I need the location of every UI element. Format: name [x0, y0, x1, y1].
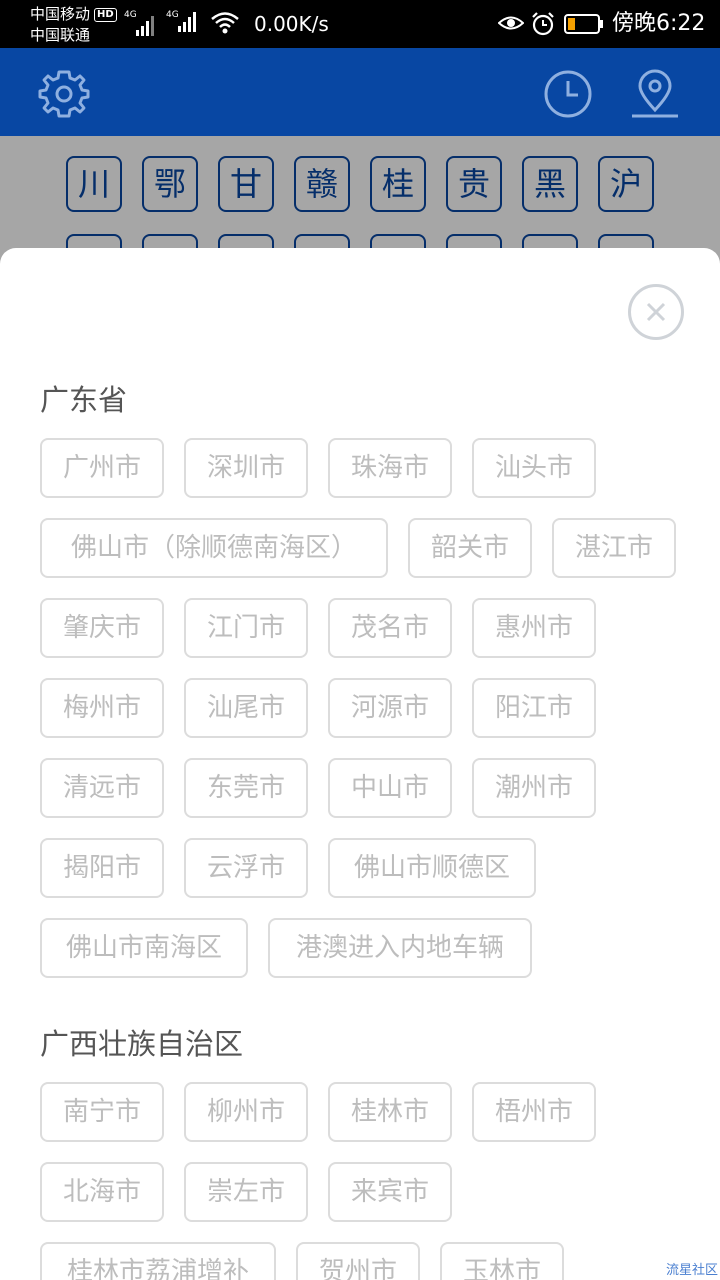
city-chip[interactable]: 河源市: [328, 678, 452, 738]
battery-icon: [564, 14, 603, 34]
gear-icon[interactable]: [38, 68, 90, 120]
city-chip[interactable]: 佛山市顺德区: [328, 838, 536, 898]
city-chip[interactable]: 崇左市: [184, 1162, 308, 1222]
carrier-1: 中国移动: [30, 5, 91, 23]
watermark: 流星社区: [665, 1263, 718, 1278]
section-title-guangdong: 广东省: [40, 383, 128, 417]
city-chip[interactable]: 桂林市荔浦增补: [40, 1242, 276, 1280]
clock-icon[interactable]: [542, 68, 594, 120]
city-chip[interactable]: 东莞市: [184, 758, 308, 818]
city-chip[interactable]: 柳州市: [184, 1082, 308, 1142]
city-chip[interactable]: 肇庆市: [40, 598, 164, 658]
city-chip[interactable]: 茂名市: [328, 598, 452, 658]
wifi-icon: [211, 12, 239, 34]
section-title-guangxi: 广西壮族自治区: [40, 1027, 244, 1061]
city-chip[interactable]: 玉林市: [440, 1242, 564, 1280]
map-pin-icon[interactable]: [628, 66, 682, 120]
app-header: [0, 48, 720, 136]
network-type-1: 4G: [124, 10, 137, 20]
carrier-info: 中国移动 HD 中国联通: [30, 4, 117, 46]
city-chip[interactable]: 港澳进入内地车辆: [268, 918, 532, 978]
city-chip[interactable]: 梅州市: [40, 678, 164, 738]
city-chip[interactable]: 中山市: [328, 758, 452, 818]
city-chip[interactable]: 广州市: [40, 438, 164, 498]
city-chip[interactable]: 江门市: [184, 598, 308, 658]
city-chip[interactable]: 贺州市: [296, 1242, 420, 1280]
city-chip[interactable]: 阳江市: [472, 678, 596, 738]
city-chip[interactable]: 珠海市: [328, 438, 452, 498]
alarm-icon: [532, 12, 554, 36]
city-chip[interactable]: 南宁市: [40, 1082, 164, 1142]
city-chip[interactable]: 汕头市: [472, 438, 596, 498]
city-chip[interactable]: 汕尾市: [184, 678, 308, 738]
network-speed: 0.00K/s: [254, 12, 329, 36]
city-chip[interactable]: 北海市: [40, 1162, 164, 1222]
city-chip[interactable]: 湛江市: [552, 518, 676, 578]
status-bar: 中国移动 HD 中国联通 4G 4G 0.00K/s 傍晚6:22: [0, 0, 720, 48]
city-chip[interactable]: 桂林市: [328, 1082, 452, 1142]
city-chip[interactable]: 深圳市: [184, 438, 308, 498]
eye-comfort-icon: [498, 16, 524, 30]
carrier-2: 中国联通: [30, 26, 91, 44]
hd-badge: HD: [94, 7, 117, 22]
city-chip[interactable]: 佛山市（除顺德南海区）: [40, 518, 388, 578]
city-chip[interactable]: 潮州市: [472, 758, 596, 818]
signal-icon-2: 4G: [166, 10, 196, 32]
city-chip[interactable]: 惠州市: [472, 598, 596, 658]
close-icon: [646, 302, 666, 322]
city-chip[interactable]: 揭阳市: [40, 838, 164, 898]
city-chip[interactable]: 来宾市: [328, 1162, 452, 1222]
city-chip[interactable]: 清远市: [40, 758, 164, 818]
city-chip[interactable]: 云浮市: [184, 838, 308, 898]
close-button[interactable]: [628, 284, 684, 340]
clock-time: 傍晚6:22: [612, 11, 706, 36]
city-chip[interactable]: 梧州市: [472, 1082, 596, 1142]
city-chip[interactable]: 佛山市南海区: [40, 918, 248, 978]
signal-icon-1: 4G: [124, 10, 154, 36]
city-chip[interactable]: 韶关市: [408, 518, 532, 578]
city-picker-sheet: 广东省 广州市 深圳市 珠海市 汕头市 佛山市（除顺德南海区） 韶关市 湛江市 …: [0, 248, 720, 1280]
network-type-2: 4G: [166, 10, 179, 20]
